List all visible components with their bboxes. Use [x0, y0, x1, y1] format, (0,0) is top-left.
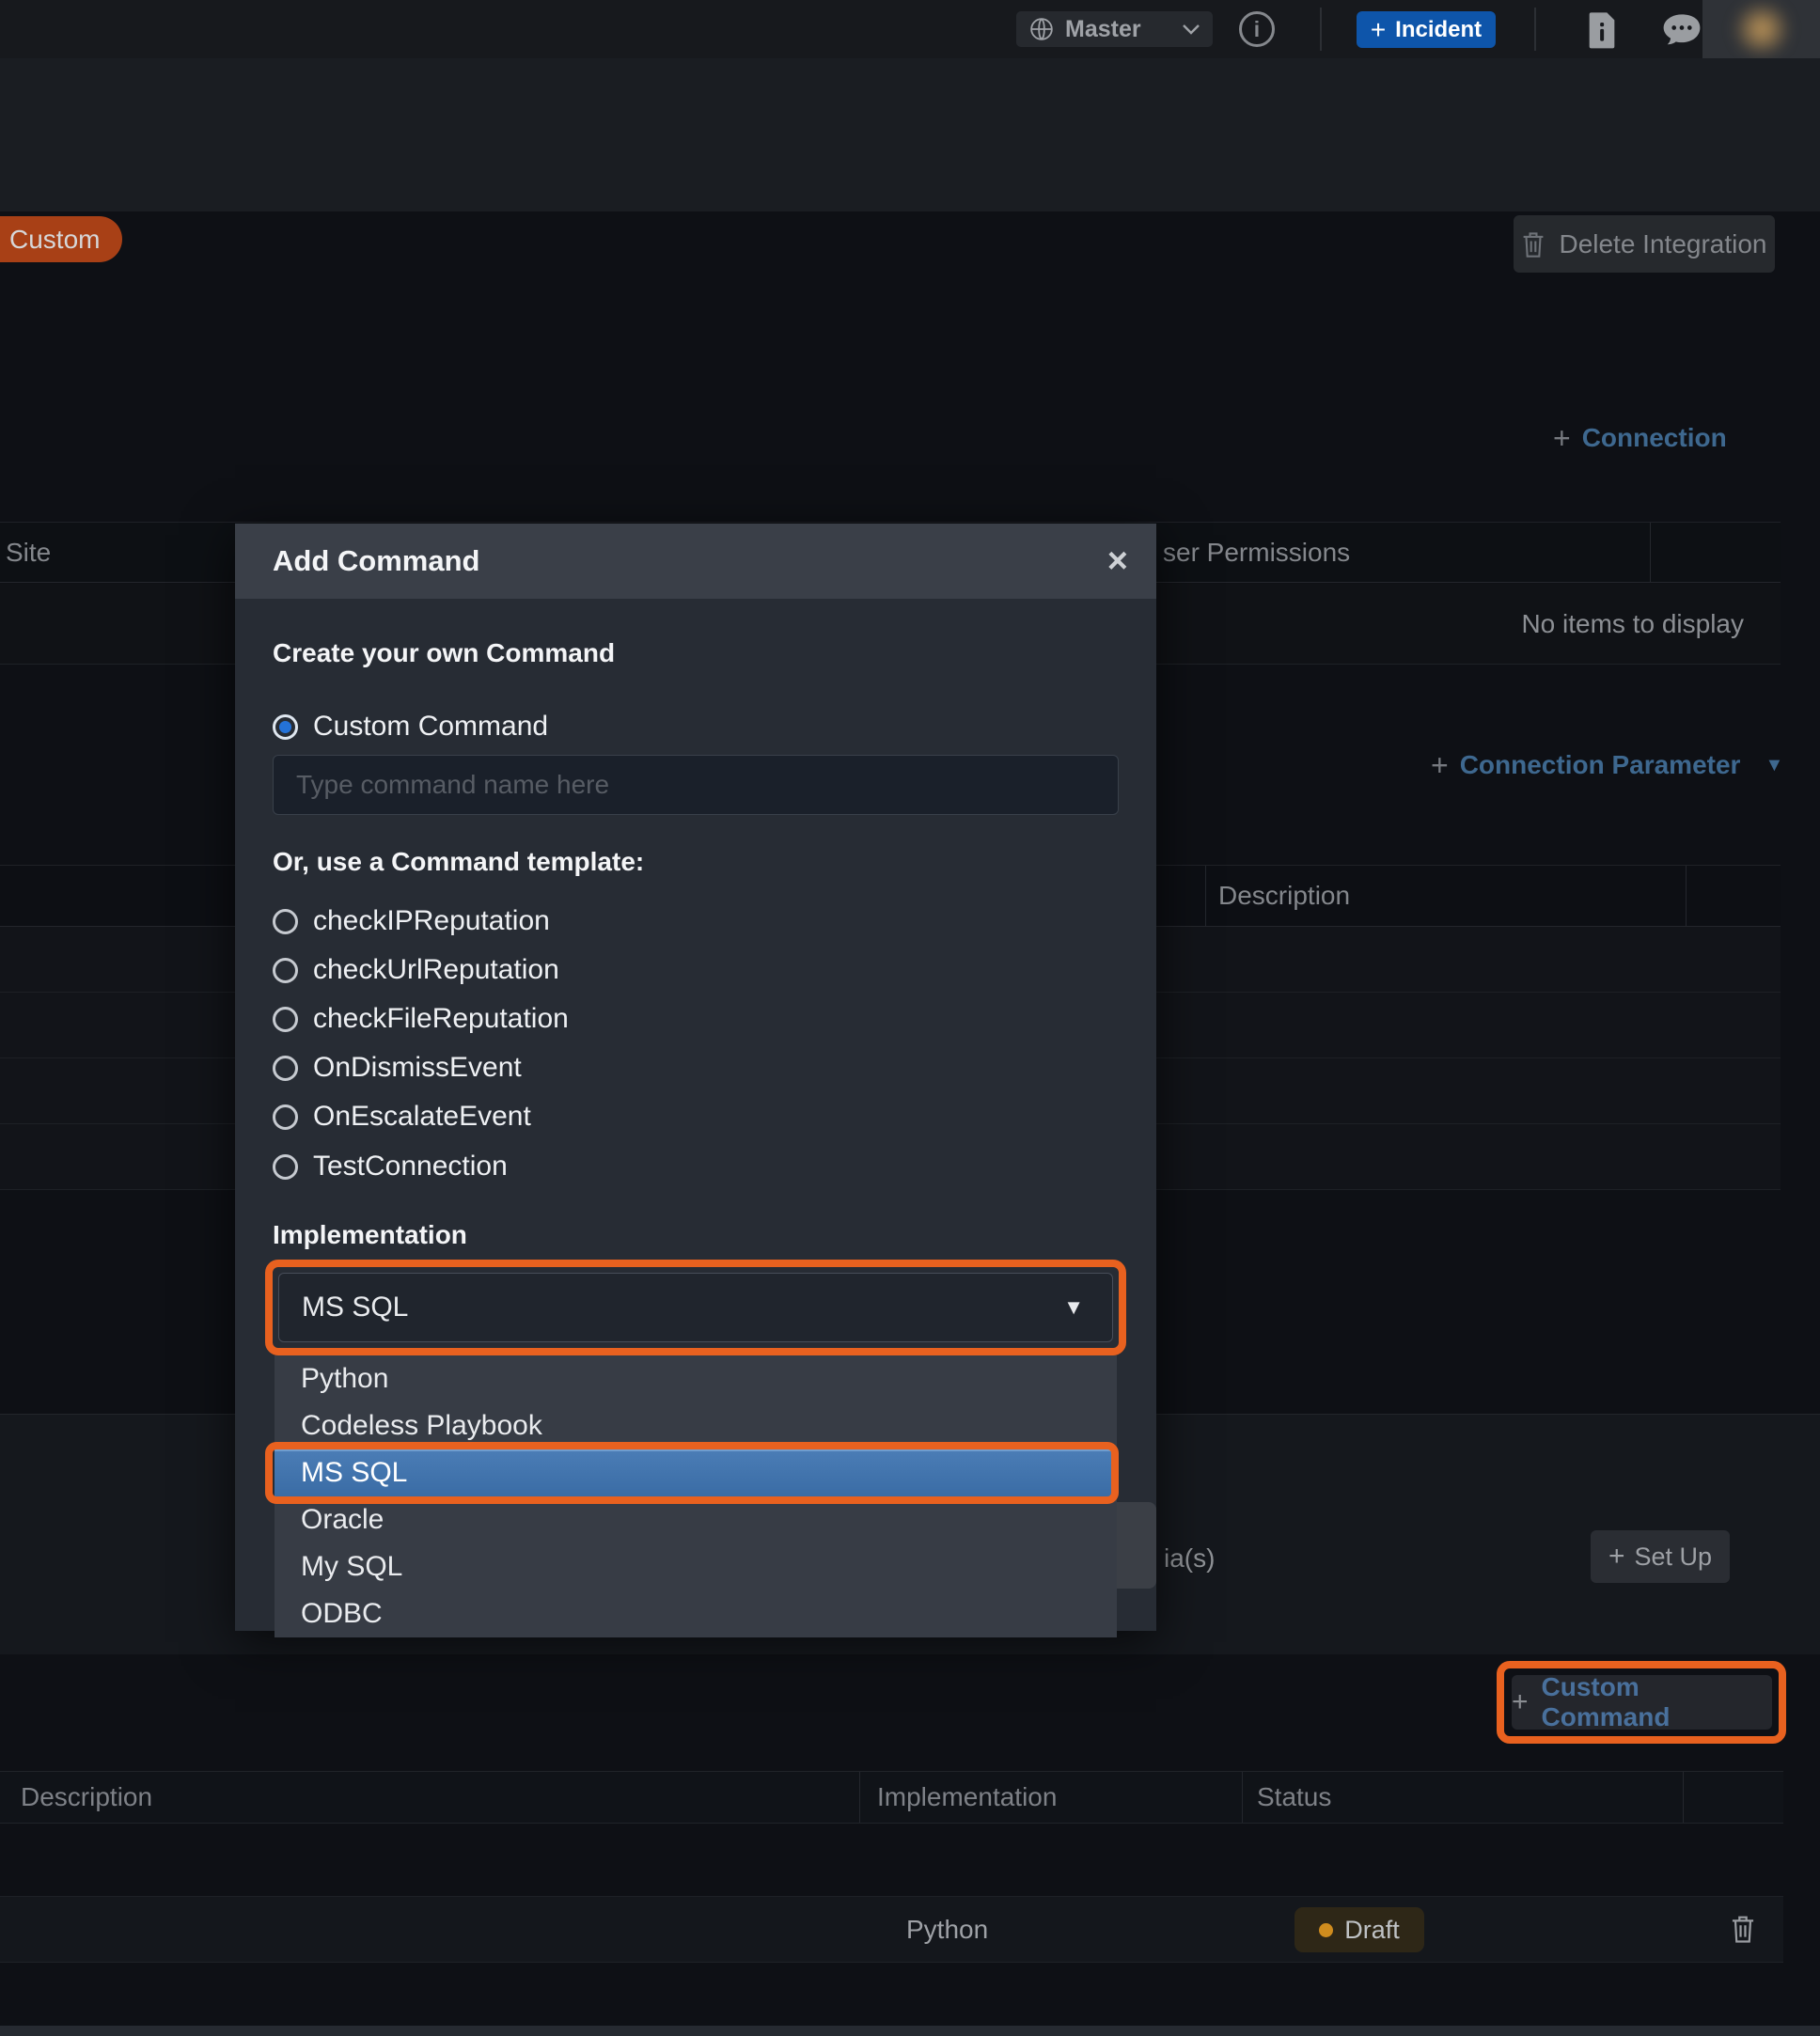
radio-selected-icon: [273, 714, 298, 740]
implementation-select[interactable]: MS SQL ▼: [278, 1273, 1113, 1342]
document-info-icon[interactable]: [1585, 11, 1619, 49]
delete-integration-button[interactable]: Delete Integration: [1514, 215, 1775, 273]
template-radio-option[interactable]: OnEscalateEvent: [273, 1100, 531, 1134]
radio-icon: [273, 1056, 298, 1081]
template-radio-option[interactable]: OnDismissEvent: [273, 1051, 522, 1085]
custom-command-button-label: Custom Command: [1542, 1672, 1772, 1732]
top-bar: Master i + Incident: [0, 0, 1820, 58]
description-column-header: Description: [21, 1772, 152, 1823]
template-radio-option[interactable]: checkIPReputation: [273, 904, 550, 938]
add-connection-parameter-link[interactable]: + Connection Parameter ▼: [1431, 746, 1783, 784]
delete-integration-label: Delete Integration: [1559, 229, 1766, 259]
trash-icon: [1521, 230, 1545, 258]
custom-command-button[interactable]: + Custom Command: [1512, 1675, 1772, 1730]
radio-option-label: OnEscalateEvent: [313, 1101, 531, 1133]
command-table-row[interactable]: Python Draft: [0, 1897, 1783, 1963]
avatar: [1729, 4, 1795, 55]
delete-command-icon[interactable]: [1730, 1914, 1756, 1944]
chevron-down-icon: ▼: [1765, 755, 1783, 776]
add-connection-link[interactable]: + Connection: [1553, 419, 1727, 457]
plus-icon: +: [1431, 750, 1449, 780]
commands-table-header: Description Implementation Status: [0, 1771, 1783, 1824]
plus-icon: +: [1553, 423, 1571, 453]
chevron-down-icon: [1183, 24, 1200, 35]
modal-title: Add Command: [273, 544, 1107, 578]
radio-icon: [273, 1104, 298, 1130]
status-badge: Draft: [1294, 1907, 1424, 1952]
radio-icon: [273, 1154, 298, 1180]
template-radio-option[interactable]: checkFileReputation: [273, 1002, 569, 1036]
chevron-down-icon: ▼: [1063, 1295, 1084, 1320]
site-column-header: Site: [6, 523, 51, 582]
command-name-input[interactable]: [273, 755, 1119, 815]
modal-header: Add Command ×: [235, 524, 1156, 599]
implementation-column-header: Implementation: [877, 1772, 1057, 1823]
radio-option-label: checkUrlReputation: [313, 954, 559, 986]
radio-icon: [273, 1007, 298, 1032]
info-icon[interactable]: i: [1239, 11, 1275, 47]
chat-icon[interactable]: [1662, 13, 1702, 47]
user-permissions-column-header: ser Permissions: [1163, 523, 1350, 582]
secondary-header-band: [0, 58, 1820, 211]
add-incident-button[interactable]: + Incident: [1357, 11, 1496, 48]
dropdown-option-odbc[interactable]: ODBC: [275, 1590, 1117, 1637]
draft-status-dot: [1319, 1923, 1333, 1937]
radio-option-label: OnDismissEvent: [313, 1052, 522, 1084]
plus-icon: +: [1512, 1688, 1529, 1716]
globe-icon: [1029, 17, 1054, 41]
dropdown-option-my-sql[interactable]: My SQL: [275, 1543, 1117, 1590]
topbar-divider: [1320, 8, 1322, 51]
template-radio-option[interactable]: checkUrlReputation: [273, 953, 559, 987]
connection-link-label: Connection: [1582, 423, 1727, 453]
topbar-divider: [1534, 8, 1536, 51]
table-row: [0, 1824, 1783, 1897]
set-up-button[interactable]: + Set Up: [1591, 1530, 1730, 1583]
connection-parameter-link-label: Connection Parameter: [1460, 750, 1741, 780]
criteria-partial-text: ia(s): [1164, 1532, 1215, 1584]
bottom-strip: [0, 2026, 1820, 2036]
template-radio-option[interactable]: TestConnection: [273, 1150, 508, 1183]
description-column-header: Description: [1218, 866, 1350, 926]
implementation-section-label: Implementation: [273, 1220, 467, 1250]
user-avatar[interactable]: [1702, 0, 1820, 58]
environment-label: Master: [1065, 16, 1141, 43]
template-section-label: Or, use a Command template:: [273, 847, 644, 877]
status-badge-label: Draft: [1344, 1916, 1400, 1945]
implementation-selected-value: MS SQL: [302, 1292, 1063, 1323]
app-screen: Master i + Incident: [0, 0, 1820, 2036]
ms-sql-option-highlight-annotation: [265, 1442, 1119, 1504]
implementation-select-highlight-annotation: MS SQL ▼: [265, 1260, 1126, 1355]
radio-icon: [273, 909, 298, 934]
radio-option-label: Custom Command: [313, 711, 548, 743]
incident-button-label: Incident: [1395, 17, 1482, 43]
custom-command-radio-option[interactable]: Custom Command: [273, 710, 548, 744]
close-icon[interactable]: ×: [1107, 543, 1128, 579]
create-command-section-label: Create your own Command: [273, 638, 615, 668]
radio-option-label: checkFileReputation: [313, 1003, 569, 1035]
plus-icon: +: [1371, 17, 1386, 43]
set-up-button-label: Set Up: [1634, 1543, 1712, 1572]
dropdown-option-python[interactable]: Python: [275, 1355, 1117, 1402]
command-implementation-value: Python: [906, 1897, 988, 1962]
no-items-text: No items to display: [1521, 609, 1744, 639]
radio-option-label: TestConnection: [313, 1151, 508, 1182]
status-column-header: Status: [1257, 1772, 1331, 1823]
environment-selector[interactable]: Master: [1016, 11, 1213, 47]
plus-icon: +: [1608, 1543, 1625, 1571]
radio-icon: [273, 958, 298, 983]
radio-option-label: checkIPReputation: [313, 905, 550, 937]
custom-integration-badge: Custom: [0, 216, 122, 262]
